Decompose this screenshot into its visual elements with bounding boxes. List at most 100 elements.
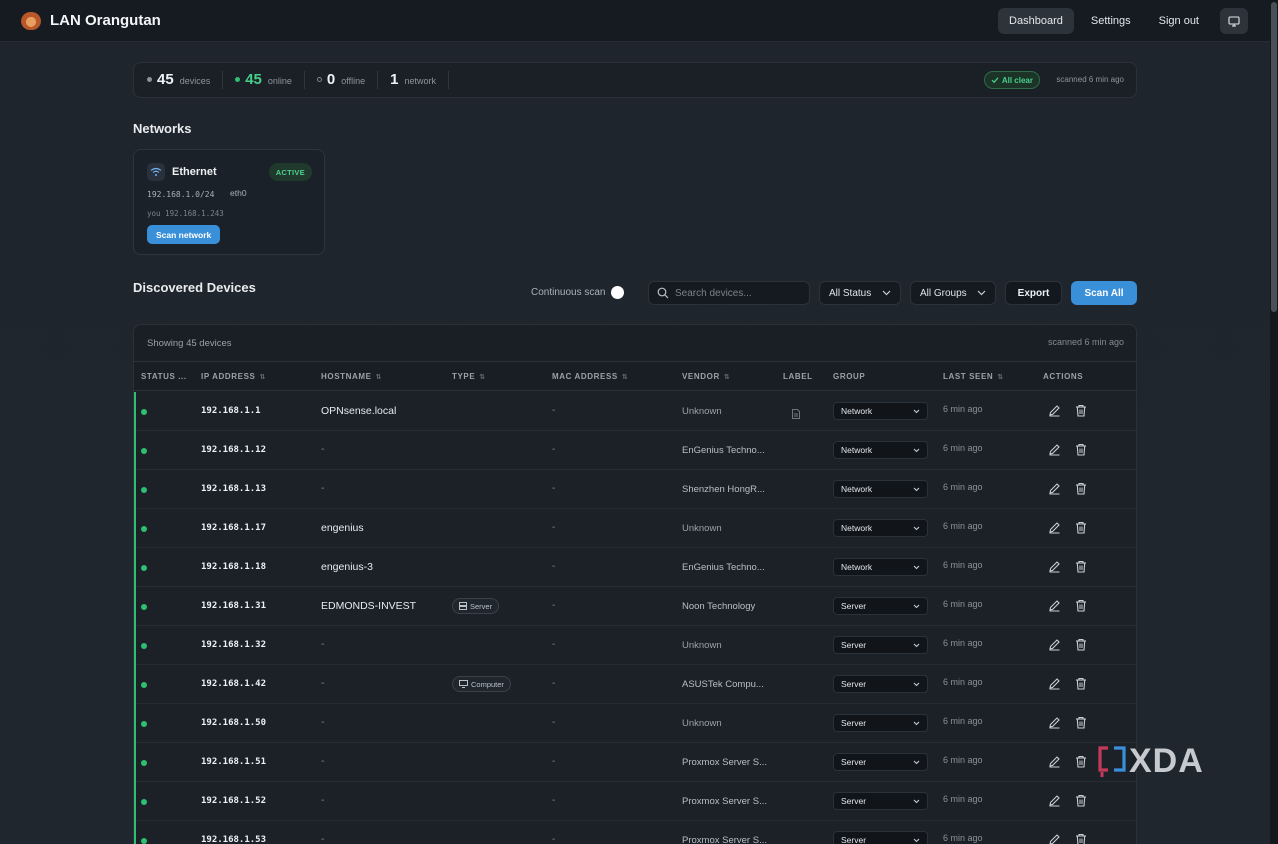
col-label-label: LABEL: [783, 372, 813, 381]
search-input[interactable]: [675, 287, 805, 299]
col-mac[interactable]: MAC ADDRESS ⇅: [552, 372, 628, 381]
edit-button[interactable]: [1048, 482, 1061, 500]
table-row[interactable]: 192.168.1.17 engenius - Unknown Network 6 min…: [134, 509, 1136, 548]
trash-icon: [1076, 482, 1086, 495]
stat-networks: 1 network: [390, 71, 449, 89]
delete-button[interactable]: [1075, 677, 1087, 695]
delete-button[interactable]: [1075, 482, 1087, 500]
online-status-dot: [141, 448, 147, 454]
table-row[interactable]: 192.168.1.52 - - Proxmox Server S... Server 6…: [134, 782, 1136, 821]
table-row[interactable]: 192.168.1.12 - - EnGenius Techno... Network 6…: [134, 431, 1136, 470]
continuous-scan-toggle[interactable]: [611, 286, 627, 300]
edit-button[interactable]: [1048, 599, 1061, 617]
all-clear-text: All clear: [1001, 75, 1033, 85]
group-select[interactable]: Network: [833, 402, 928, 420]
delete-button[interactable]: [1075, 404, 1087, 422]
group-select[interactable]: Server: [833, 597, 928, 615]
delete-button[interactable]: [1075, 599, 1087, 617]
group-select[interactable]: Server: [833, 675, 928, 693]
last-seen: 6 min ago: [943, 560, 983, 570]
group-select[interactable]: Network: [833, 558, 928, 576]
mac-address: -: [552, 678, 556, 689]
edit-button[interactable]: [1048, 833, 1061, 844]
delete-button[interactable]: [1075, 794, 1087, 812]
ip-address: 192.168.1.12: [201, 445, 267, 455]
edit-button[interactable]: [1048, 521, 1061, 539]
delete-button[interactable]: [1075, 716, 1087, 734]
device-search[interactable]: [648, 281, 810, 305]
group-select[interactable]: Network: [833, 441, 928, 459]
group-select[interactable]: Server: [833, 636, 928, 654]
delete-button[interactable]: [1075, 638, 1087, 656]
nav-dashboard[interactable]: Dashboard: [998, 8, 1074, 34]
scan-all-button[interactable]: Scan All: [1071, 281, 1137, 305]
chevron-down-icon: [913, 760, 920, 764]
scrollbar-thumb[interactable]: [1271, 2, 1277, 312]
table-row[interactable]: 192.168.1.13 - - Shenzhen HongR... Network 6 …: [134, 470, 1136, 509]
table-row[interactable]: 192.168.1.32 - - Unknown Server 6 min ago: [134, 626, 1136, 665]
row-status-accent: [134, 431, 136, 470]
table-row[interactable]: 192.168.1.1 OPNsense.local - Unknown Network…: [134, 392, 1136, 431]
group-select[interactable]: Server: [833, 714, 928, 732]
delete-button[interactable]: [1075, 521, 1087, 539]
edit-button[interactable]: [1048, 716, 1061, 734]
sort-icon: ⇅: [479, 373, 486, 381]
devices-title: Discovered Devices: [133, 280, 256, 295]
col-vendor[interactable]: VENDOR ⇅: [682, 372, 730, 381]
export-button[interactable]: Export: [1005, 281, 1062, 305]
brand[interactable]: LAN Orangutan: [21, 11, 161, 30]
col-last-seen[interactable]: LAST SEEN ⇅: [943, 372, 1004, 381]
group-select[interactable]: Server: [833, 792, 928, 810]
nav-settings[interactable]: Settings: [1080, 8, 1142, 34]
table-row[interactable]: 192.168.1.50 - - Unknown Server 6 min ago: [134, 704, 1136, 743]
label-note-icon[interactable]: [792, 406, 800, 424]
group-select[interactable]: Network: [833, 480, 928, 498]
vendor: Unknown: [682, 406, 722, 417]
status-filter-select[interactable]: All Status: [819, 281, 901, 305]
edit-button[interactable]: [1048, 638, 1061, 656]
col-hostname[interactable]: HOSTNAME ⇅: [321, 372, 382, 381]
group-select[interactable]: Network: [833, 519, 928, 537]
edit-button[interactable]: [1048, 404, 1061, 422]
table-row[interactable]: 192.168.1.51 - - Proxmox Server S... Server 6…: [134, 743, 1136, 782]
table-row[interactable]: 192.168.1.42 - Computer - ASUSTek Compu... Se…: [134, 665, 1136, 704]
col-ip[interactable]: IP ADDRESS ⇅: [201, 372, 266, 381]
mac-address: -: [552, 756, 556, 767]
col-status[interactable]: STATUS ...: [141, 372, 187, 381]
page-scrollbar[interactable]: [1270, 0, 1278, 844]
table-row[interactable]: 192.168.1.53 - - Proxmox Server S... Server 6…: [134, 821, 1136, 844]
table-row[interactable]: 192.168.1.18 engenius-3 - EnGenius Techno..…: [134, 548, 1136, 587]
pencil-icon: [1049, 444, 1060, 456]
scan-network-button[interactable]: Scan network: [147, 225, 221, 244]
delete-button[interactable]: [1075, 833, 1087, 844]
sort-icon: ⇅: [259, 373, 266, 381]
group-filter-select[interactable]: All Groups: [910, 281, 996, 305]
device-type-label: Computer: [471, 679, 504, 689]
delete-button[interactable]: [1075, 560, 1087, 578]
edit-button[interactable]: [1048, 560, 1061, 578]
delete-button[interactable]: [1075, 443, 1087, 461]
col-type[interactable]: TYPE ⇅: [452, 372, 486, 381]
vendor: EnGenius Techno...: [682, 445, 765, 456]
group-select[interactable]: Server: [833, 753, 928, 771]
vendor: Shenzhen HongR...: [682, 484, 765, 495]
last-seen: 6 min ago: [943, 716, 983, 726]
vendor: Unknown: [682, 640, 722, 651]
network-card-ethernet[interactable]: Ethernet ACTIVE 192.168.1.0/24 eth0 you …: [133, 149, 325, 255]
edit-button[interactable]: [1048, 443, 1061, 461]
status-filter-value: All Status: [829, 287, 872, 299]
group-value: Server: [841, 718, 867, 728]
edit-button[interactable]: [1048, 677, 1061, 695]
delete-button[interactable]: [1075, 755, 1087, 773]
hostname: -: [321, 638, 325, 650]
vendor: Proxmox Server S...: [682, 796, 767, 807]
mac-address: -: [552, 561, 556, 572]
edit-button[interactable]: [1048, 755, 1061, 773]
stat-online: 45 online: [235, 71, 305, 89]
group-value: Server: [841, 640, 867, 650]
display-toggle-button[interactable]: [1220, 8, 1248, 34]
nav-sign-out[interactable]: Sign out: [1148, 8, 1210, 34]
table-row[interactable]: 192.168.1.31 EDMONDS-INVEST Server - Noon Te…: [134, 587, 1136, 626]
group-select[interactable]: Server: [833, 831, 928, 844]
edit-button[interactable]: [1048, 794, 1061, 812]
